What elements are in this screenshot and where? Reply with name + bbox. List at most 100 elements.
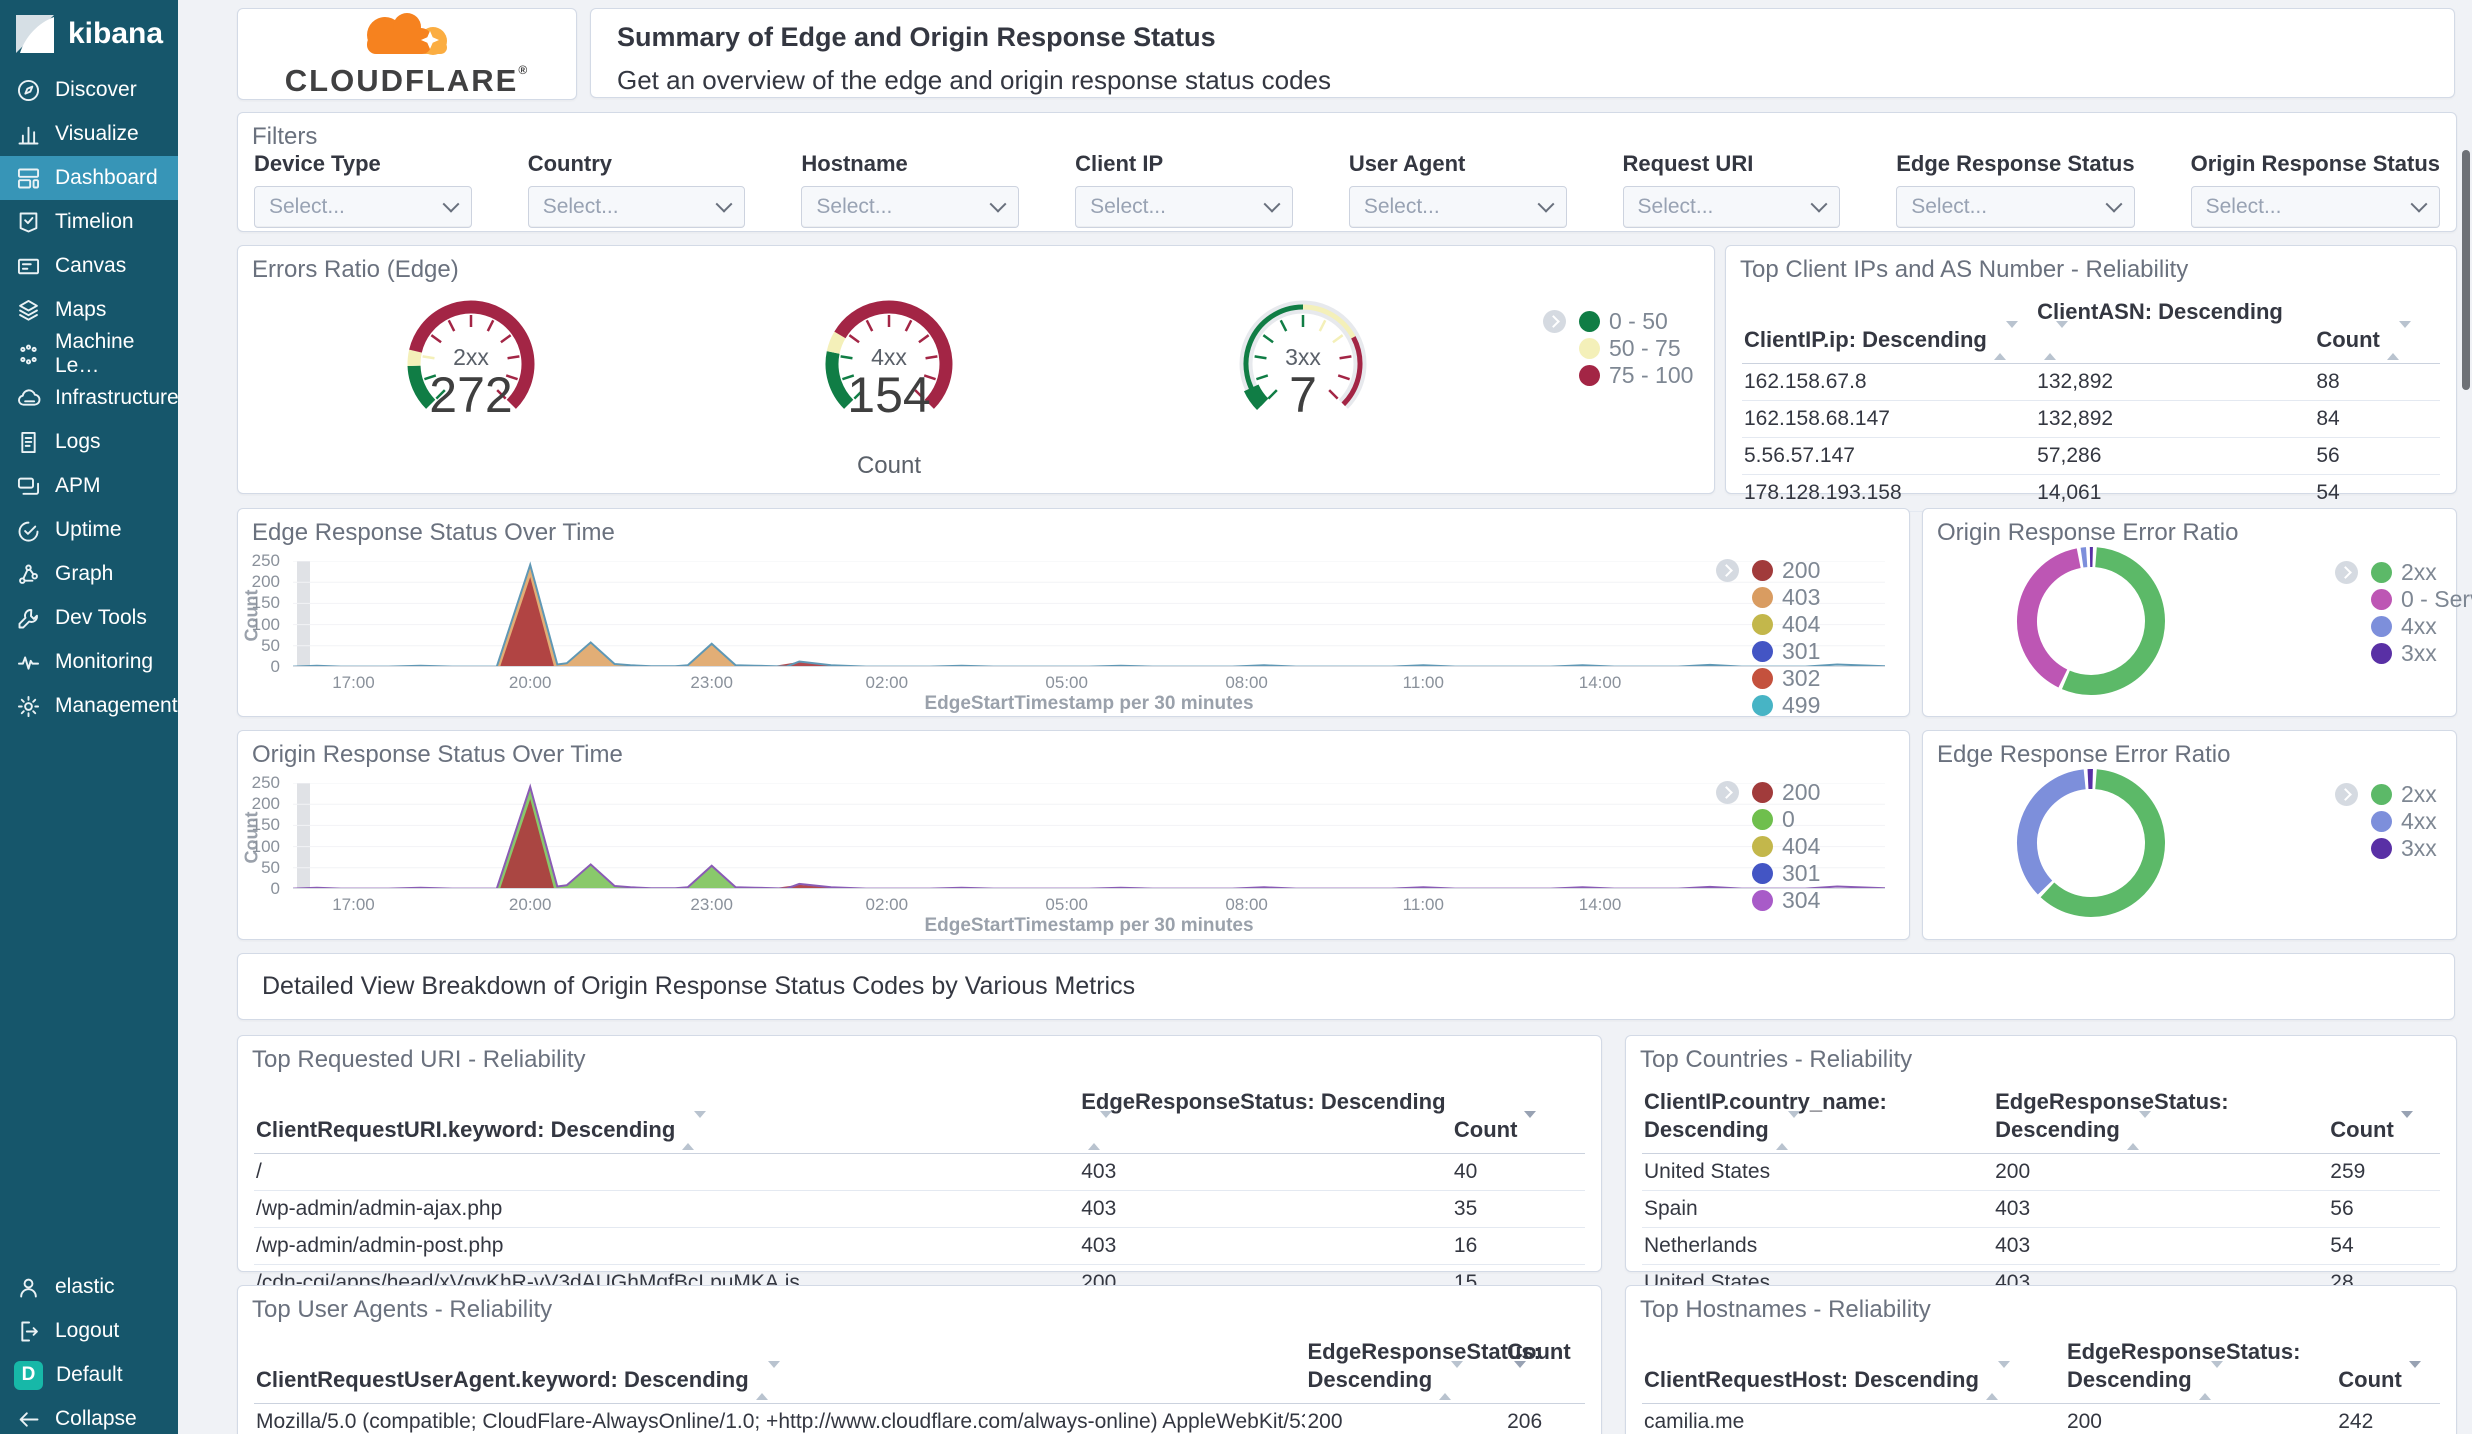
y-axis-tick: 200: [251, 572, 280, 592]
sidebar-item-management[interactable]: Management: [0, 684, 178, 728]
legend-item[interactable]: 3xx: [2335, 835, 2437, 862]
sidebar-item-dashboard[interactable]: Dashboard: [0, 156, 178, 200]
sort-down-icon: [2210, 1360, 2223, 1393]
page-scrollbar-thumb[interactable]: [2462, 150, 2470, 390]
sidebar-item-infrastructure[interactable]: Infrastructure: [0, 376, 179, 420]
legend-item[interactable]: 499: [1716, 692, 1820, 719]
legend-item[interactable]: 3xx: [2335, 640, 2472, 667]
sidebar-item-visualize[interactable]: Visualize: [0, 112, 178, 156]
sort-down-icon: [1451, 1360, 1464, 1393]
column-header[interactable]: ClientIP.ip: Descending: [1742, 292, 2036, 365]
x-axis-tick[interactable]: 17:00: [308, 895, 398, 915]
filter-select-hostname[interactable]: Select...: [801, 186, 1020, 228]
sidebar-item-graph[interactable]: Graph: [0, 552, 178, 596]
column-header[interactable]: EdgeResponseStatus: Descending: [1079, 1082, 1452, 1155]
maps-icon: [15, 297, 42, 324]
filters-panel-title: Filters: [252, 123, 318, 150]
sidebar-item-elastic[interactable]: elastic: [0, 1265, 178, 1309]
table-row: /403 40: [254, 1153, 1585, 1192]
legend-item[interactable]: 301: [1716, 860, 1820, 887]
sidebar-item-default[interactable]: D Default: [0, 1353, 178, 1397]
column-header[interactable]: ClientRequestURI.keyword: Descending: [254, 1082, 1080, 1155]
sidebar-item-monitoring[interactable]: Monitoring: [0, 640, 178, 684]
sidebar-item-collapse[interactable]: Collapse: [0, 1397, 178, 1434]
filter-select-origin-response-status[interactable]: Select...: [2190, 186, 2440, 228]
legend-item[interactable]: 2xx: [2335, 559, 2472, 586]
chevron-right-icon[interactable]: [1716, 559, 1739, 582]
sidebar-item-dev-tools[interactable]: Dev Tools: [0, 596, 178, 640]
sidebar-item-timelion[interactable]: Timelion: [0, 200, 178, 244]
column-header[interactable]: ClientRequestHost: Descending: [1642, 1332, 2065, 1405]
column-header[interactable]: Count: [2328, 1082, 2440, 1155]
sidebar-item-discover[interactable]: Discover: [0, 68, 178, 112]
column-header[interactable]: ClientRequestUserAgent.keyword: Descendi…: [254, 1332, 1306, 1405]
x-axis-tick[interactable]: 05:00: [1022, 895, 1112, 915]
column-header[interactable]: EdgeResponseStatus: Descending: [1305, 1332, 1541, 1405]
sidebar-item-logout[interactable]: Logout: [0, 1309, 178, 1353]
x-axis-tick[interactable]: 23:00: [667, 673, 757, 693]
x-axis-tick[interactable]: 23:00: [667, 895, 757, 915]
sidebar-item-label: Management: [55, 694, 178, 717]
filter-select-client-ip[interactable]: Select...: [1075, 186, 1293, 228]
table-row: 178.128.193.158 14,061 54: [1742, 474, 2440, 513]
x-axis-tick[interactable]: 02:00: [842, 673, 932, 693]
column-header[interactable]: Count: [2314, 292, 2440, 365]
x-axis-tick[interactable]: 11:00: [1378, 673, 1468, 693]
column-header[interactable]: Count: [1505, 1332, 1585, 1405]
legend-item[interactable]: 75 - 100: [1543, 362, 1693, 389]
column-header[interactable]: EdgeResponseStatus: Descending: [2064, 1332, 2337, 1405]
column-header[interactable]: ClientIP.country_name: Descending: [1642, 1082, 1994, 1155]
x-axis-tick[interactable]: 14:00: [1555, 673, 1645, 693]
legend-item[interactable]: 404: [1716, 611, 1820, 638]
column-header[interactable]: Count: [2336, 1332, 2440, 1405]
filter-select-device-type[interactable]: Select...: [254, 186, 472, 228]
x-axis-tick[interactable]: 20:00: [485, 673, 575, 693]
sort-icon: [2198, 1360, 2223, 1400]
x-axis-tick[interactable]: 20:00: [485, 895, 575, 915]
sidebar-item-maps[interactable]: Maps: [0, 288, 178, 332]
legend-item[interactable]: 403: [1716, 584, 1820, 611]
sidebar-item-uptime[interactable]: Uptime: [0, 508, 178, 552]
chevron-right-icon[interactable]: [1716, 781, 1739, 804]
column-header[interactable]: ClientASN: Descending: [2035, 292, 2315, 365]
chevron-right-icon[interactable]: [2335, 561, 2358, 584]
sidebar-item-apm[interactable]: APM: [0, 464, 178, 508]
legend-item[interactable]: 301: [1716, 638, 1820, 665]
kibana-logo[interactable]: kibana: [0, 0, 178, 66]
legend-label: 4xx: [2401, 613, 2437, 639]
legend-item[interactable]: 4xx: [2335, 808, 2437, 835]
x-axis-tick[interactable]: 17:00: [308, 673, 398, 693]
table-cell: camilia.me: [1642, 1403, 2065, 1434]
legend-item[interactable]: 200: [1716, 557, 1820, 584]
sidebar-item-machine-le[interactable]: Machine Le…: [0, 330, 178, 377]
legend-item[interactable]: 0 - 50: [1543, 308, 1693, 335]
legend-item[interactable]: 200: [1716, 779, 1820, 806]
column-header[interactable]: EdgeResponseStatus: Descending: [1993, 1082, 2329, 1155]
sidebar-item-canvas[interactable]: Canvas: [0, 244, 178, 288]
chevron-right-icon[interactable]: [1543, 310, 1566, 333]
x-axis-tick[interactable]: 08:00: [1202, 673, 1292, 693]
legend-label: 200: [1782, 557, 1821, 583]
edge-response-status-over-time-panel: Edge Response Status Over Time Count 0 50 1…: [237, 508, 1910, 719]
x-axis-tick[interactable]: 02:00: [842, 895, 932, 915]
legend-item[interactable]: 4xx: [2335, 613, 2472, 640]
chevron-right-icon[interactable]: [2335, 783, 2358, 806]
x-axis-tick[interactable]: 11:00: [1378, 895, 1468, 915]
filter-select-edge-response-status[interactable]: Select...: [1896, 186, 2135, 228]
sidebar-item-logs[interactable]: Logs: [0, 420, 178, 464]
legend-item[interactable]: 0 - Served fr…: [2335, 586, 2472, 613]
column-header-label: ClientASN: Descending: [2037, 299, 2283, 324]
filter-select-user-agent[interactable]: Select...: [1348, 186, 1567, 228]
legend-item[interactable]: 50 - 75: [1543, 335, 1693, 362]
x-axis-tick[interactable]: 05:00: [1022, 673, 1112, 693]
x-axis-tick[interactable]: 08:00: [1202, 895, 1292, 915]
column-header[interactable]: Count: [1451, 1082, 1585, 1155]
legend-item[interactable]: 304: [1716, 887, 1820, 914]
legend-item[interactable]: 2xx: [2335, 781, 2437, 808]
legend-item[interactable]: 0: [1716, 806, 1820, 833]
filter-select-country[interactable]: Select...: [527, 186, 746, 228]
x-axis-tick[interactable]: 14:00: [1555, 895, 1645, 915]
legend-item[interactable]: 302: [1716, 665, 1820, 692]
legend-item[interactable]: 404: [1716, 833, 1820, 860]
filter-select-request-uri[interactable]: Select...: [1622, 186, 1841, 228]
